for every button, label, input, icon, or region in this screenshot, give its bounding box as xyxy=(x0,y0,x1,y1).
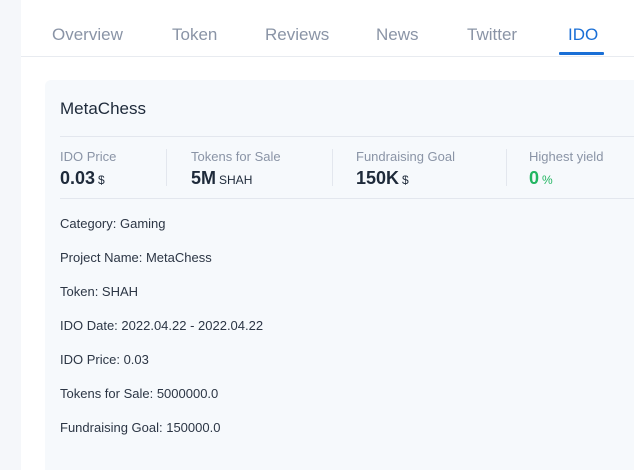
active-tab-indicator xyxy=(559,52,604,55)
stat-value: 0% xyxy=(529,167,603,191)
stat-number: 150K xyxy=(356,168,400,188)
stat-separator xyxy=(332,149,333,186)
divider xyxy=(60,136,634,137)
page: Overview Token Reviews News Twitter IDO … xyxy=(21,0,634,470)
stat-tokens-for-sale: Tokens for Sale 5M SHAH xyxy=(191,150,281,191)
stat-unit: $ xyxy=(402,173,409,187)
tab-token[interactable]: Token xyxy=(172,24,217,46)
tab-reviews[interactable]: Reviews xyxy=(265,24,329,46)
project-title: MetaChess xyxy=(60,99,146,118)
stat-number: 0 xyxy=(529,168,540,188)
stat-highest-yield: Highest yield 0% xyxy=(529,150,603,191)
stat-value: 150K $ xyxy=(356,167,455,191)
stat-fundraising-goal: Fundraising Goal 150K $ xyxy=(356,150,455,191)
stat-unit: SHAH xyxy=(219,173,253,187)
detail-project-name: Project Name: MetaChess xyxy=(60,250,212,265)
detail-ido-date: IDO Date: 2022.04.22 - 2022.04.22 xyxy=(60,318,264,333)
tab-news[interactable]: News xyxy=(376,24,419,46)
stat-separator xyxy=(506,149,507,186)
detail-fundraising-goal: Fundraising Goal: 150000.0 xyxy=(60,420,221,435)
stat-number: 0.03 xyxy=(60,168,96,188)
detail-category: Category: Gaming xyxy=(60,216,166,231)
stat-label: Tokens for Sale xyxy=(191,149,281,164)
stat-label: Highest yield xyxy=(529,149,604,164)
stat-label: IDO Price xyxy=(60,149,117,164)
tab-ido[interactable]: IDO xyxy=(568,24,598,46)
detail-ido-price: IDO Price: 0.03 xyxy=(60,352,149,367)
divider xyxy=(60,198,634,199)
stat-number: 5M xyxy=(191,168,217,188)
tab-overview[interactable]: Overview xyxy=(52,24,123,46)
tab-twitter[interactable]: Twitter xyxy=(467,24,517,46)
stat-value: 5M SHAH xyxy=(191,167,281,191)
stat-value: 0.03 $ xyxy=(60,167,116,191)
stat-label: Fundraising Goal xyxy=(356,149,455,164)
detail-tokens-for-sale: Tokens for Sale: 5000000.0 xyxy=(60,386,219,401)
stat-unit: % xyxy=(542,173,553,187)
detail-token: Token: SHAH xyxy=(60,284,139,299)
tab-bar: Overview Token Reviews News Twitter IDO xyxy=(21,0,634,57)
stat-separator xyxy=(166,149,167,186)
stat-unit: $ xyxy=(98,173,105,187)
ido-card: MetaChess IDO Price 0.03 $ Tokens for Sal… xyxy=(45,80,634,470)
stat-ido-price: IDO Price 0.03 $ xyxy=(60,150,116,191)
